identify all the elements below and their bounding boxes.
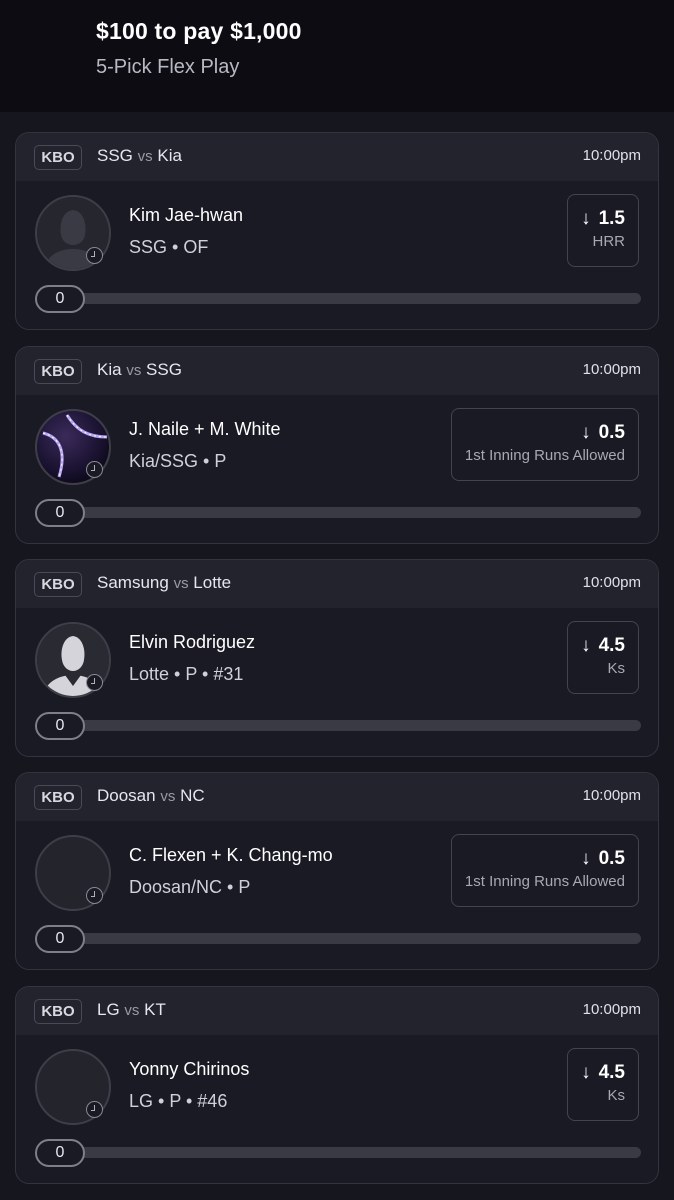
player-name: C. Flexen + K. Chang-mo (129, 845, 333, 865)
league-badge: KBO (34, 999, 82, 1024)
vs-label: vs (126, 362, 142, 379)
team-home: Doosan (97, 786, 156, 805)
projection-line: 0.5 (598, 848, 625, 869)
clock-icon (86, 674, 103, 691)
player-meta: LG • P • #46 (129, 1091, 228, 1111)
pick-card[interactable]: KBO Doosan vs NC 10:00pm C. Flexen + K. … (15, 772, 659, 970)
vs-label: vs (124, 1002, 140, 1019)
player-name: Kim Jae-hwan (129, 205, 244, 225)
game-time: 10:00pm (582, 361, 641, 378)
pick-card-header: KBO Samsung vs Lotte 10:00pm (16, 560, 658, 608)
play-type-subtitle: 5-Pick Flex Play (96, 56, 240, 78)
arrow-down-icon: ↓ (581, 635, 591, 656)
progress-track (71, 933, 641, 944)
game-time: 10:00pm (582, 574, 641, 591)
team-away: NC (180, 786, 205, 805)
pick-card-header: KBO Doosan vs NC 10:00pm (16, 773, 658, 821)
progress-value: 0 (35, 1139, 85, 1167)
league-badge: KBO (34, 785, 82, 810)
projection-line: 4.5 (598, 1062, 625, 1083)
game-time: 10:00pm (582, 147, 641, 164)
vs-label: vs (173, 575, 189, 592)
player-meta: Doosan/NC • P (129, 877, 251, 897)
pick-card-header: KBO LG vs KT 10:00pm (16, 987, 658, 1035)
vs-label: vs (160, 788, 176, 805)
entry-header: $100 to pay $1,000 5-Pick Flex Play (0, 0, 674, 112)
clock-icon (86, 1101, 103, 1118)
projection-box[interactable]: ↓ 4.5 Ks (567, 621, 639, 694)
league-badge: KBO (34, 359, 82, 384)
player-name: Yonny Chirinos (129, 1059, 250, 1079)
projection-line: 1.5 (598, 208, 625, 229)
player-meta: Lotte • P • #31 (129, 664, 244, 684)
clock-icon (86, 461, 103, 478)
arrow-down-icon: ↓ (581, 208, 591, 229)
league-badge: KBO (34, 145, 82, 170)
league-badge: KBO (34, 572, 82, 597)
progress-value: 0 (35, 499, 85, 527)
arrow-down-icon: ↓ (581, 422, 591, 443)
projection-stat: 1st Inning Runs Allowed (464, 873, 625, 890)
matchup: SSG vs Kia (97, 146, 182, 166)
progress-track (71, 1147, 641, 1158)
game-time: 10:00pm (582, 1001, 641, 1018)
pick-card[interactable]: KBO Kia vs SSG 10:00pm J. Naile + M. Whi… (15, 346, 659, 544)
projection-stat: Ks (607, 660, 625, 677)
pick-card[interactable]: KBO Samsung vs Lotte 10:00pm Elvin Rodri… (15, 559, 659, 757)
team-away: SSG (146, 360, 182, 379)
projection-box[interactable]: ↓ 0.5 1st Inning Runs Allowed (450, 834, 639, 907)
player-meta: SSG • OF (129, 237, 209, 257)
progress-track (71, 720, 641, 731)
projection-box[interactable]: ↓ 1.5 HRR (567, 194, 639, 267)
team-away: Kia (157, 146, 182, 165)
game-time: 10:00pm (582, 787, 641, 804)
arrow-down-icon: ↓ (581, 1062, 591, 1083)
team-home: Kia (97, 360, 122, 379)
projection-stat: 1st Inning Runs Allowed (464, 447, 625, 464)
team-home: Samsung (97, 573, 169, 592)
projection-line: 4.5 (598, 635, 625, 656)
team-home: LG (97, 1000, 120, 1019)
team-away: KT (144, 1000, 166, 1019)
projection-stat: Ks (607, 1087, 625, 1104)
team-away: Lotte (193, 573, 232, 592)
clock-icon (86, 247, 103, 264)
player-name: J. Naile + M. White (129, 419, 281, 439)
player-meta: Kia/SSG • P (129, 451, 227, 471)
arrow-down-icon: ↓ (581, 848, 591, 869)
projection-box[interactable]: ↓ 0.5 1st Inning Runs Allowed (450, 408, 639, 481)
pick-card-header: KBO SSG vs Kia 10:00pm (16, 133, 658, 181)
player-name: Elvin Rodriguez (129, 632, 256, 652)
projection-box[interactable]: ↓ 4.5 Ks (567, 1048, 639, 1121)
pick-card[interactable]: KBO SSG vs Kia 10:00pm Kim Jae-hwan SSG … (15, 132, 659, 330)
vs-label: vs (137, 148, 153, 165)
projection-stat: HRR (592, 233, 626, 250)
matchup: LG vs KT (97, 1000, 166, 1020)
payout-title: $100 to pay $1,000 (96, 18, 302, 44)
team-home: SSG (97, 146, 133, 165)
matchup: Doosan vs NC (97, 786, 205, 806)
matchup: Kia vs SSG (97, 360, 182, 380)
progress-value: 0 (35, 712, 85, 740)
pick-card-header: KBO Kia vs SSG 10:00pm (16, 347, 658, 395)
pick-card[interactable]: KBO LG vs KT 10:00pm Yonny Chirinos LG •… (15, 986, 659, 1184)
projection-line: 0.5 (598, 422, 625, 443)
matchup: Samsung vs Lotte (97, 573, 231, 593)
clock-icon (86, 887, 103, 904)
progress-track (71, 507, 641, 518)
progress-track (71, 293, 641, 304)
progress-value: 0 (35, 925, 85, 953)
progress-value: 0 (35, 285, 85, 313)
